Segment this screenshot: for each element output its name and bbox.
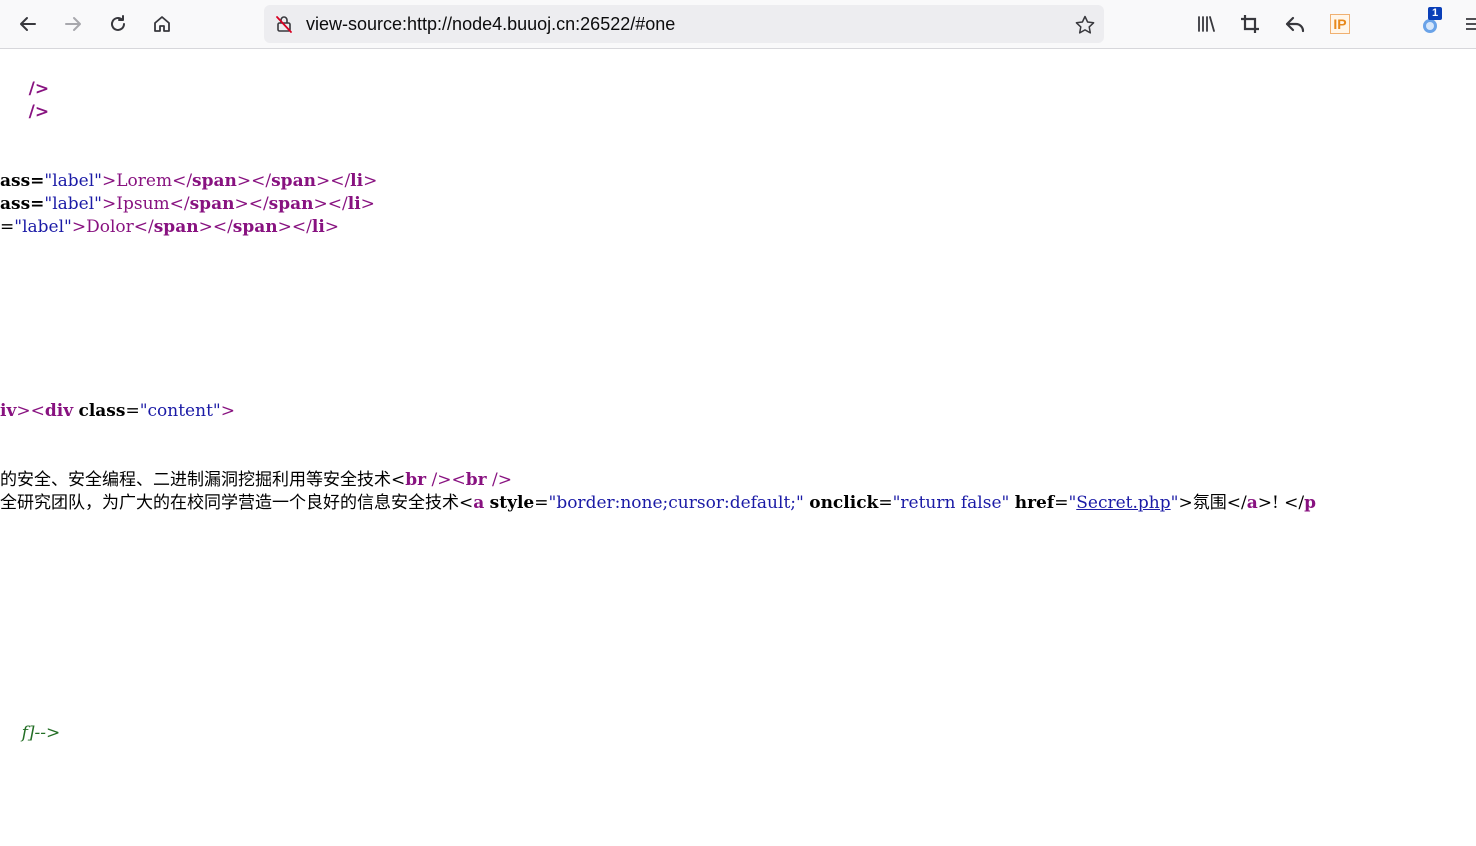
html-comment: f]--> xyxy=(21,723,61,743)
tag-name: span xyxy=(192,171,237,191)
tag-name: span xyxy=(189,194,235,214)
home-button[interactable] xyxy=(146,8,178,40)
tag-punct: > xyxy=(324,217,340,237)
library-icon xyxy=(1198,16,1215,32)
text-fragment: >氛围</ xyxy=(1178,493,1247,513)
forward-arrow-icon xyxy=(65,17,81,31)
source-line-cn2: 全研究团队，为广大的在校同学营造一个良好的信息安全技术<a style="bor… xyxy=(0,493,1317,513)
bookmark-star-icon[interactable] xyxy=(1074,14,1096,36)
forward-button[interactable] xyxy=(57,8,89,40)
attr-fragment: ass= xyxy=(0,194,45,214)
attr-name: style xyxy=(489,493,535,513)
browser-toolbar: view-source:http://node4.buuoj.cn:26522/… xyxy=(0,0,1476,49)
attr-fragment: ass= xyxy=(0,171,45,191)
tag-punct: /> xyxy=(486,470,512,490)
tag-punct: ></ xyxy=(315,171,351,191)
tag-punct: ></ xyxy=(277,217,312,237)
tag-punct: ></ xyxy=(234,194,269,214)
tag-name: p xyxy=(1304,493,1317,513)
source-line-div: iv><div class="content"> xyxy=(0,400,235,423)
attr-value: "label" xyxy=(44,171,102,191)
text-fragment: >Ipsum</ xyxy=(102,194,190,214)
reload-icon xyxy=(111,15,125,31)
tag-name: span xyxy=(232,217,278,237)
tag-name: div xyxy=(44,401,74,421)
tag-name: iv xyxy=(0,401,17,421)
tag-name: br xyxy=(465,470,487,490)
tag-punct: ></ xyxy=(198,217,233,237)
attr-name: href xyxy=(1014,493,1055,513)
tag-name: li xyxy=(347,194,361,214)
attr-fragment: = xyxy=(0,217,15,237)
source-line: /> xyxy=(7,55,49,99)
tag-name: a xyxy=(1246,493,1258,513)
tag-punct: />< xyxy=(426,470,466,490)
page-source-view: /> /> ass="label">Lorem</span></span></l… xyxy=(0,50,1476,846)
equals: = xyxy=(125,401,140,421)
text-fragment: >Dolor</ xyxy=(71,217,154,237)
text-fragment: 全研究团队，为广大的在校同学营造一个良好的信息安全技术< xyxy=(0,493,474,513)
text-fragment: >! </ xyxy=(1257,493,1305,513)
hamburger-menu-icon xyxy=(1466,18,1476,30)
attr-name: onclick xyxy=(809,493,879,513)
screenshot-button[interactable] xyxy=(1238,12,1262,36)
tag-punct: >< xyxy=(16,401,45,421)
extension-count-badge: 1 xyxy=(1428,7,1443,20)
attr-value: "content" xyxy=(139,401,221,421)
tag-punct: > xyxy=(360,194,375,214)
source-line-comment: f]--> xyxy=(0,699,61,743)
ip-label: IP xyxy=(1330,14,1350,34)
attr-name: class xyxy=(78,401,126,421)
source-line-lorem: ass="label">Lorem</span></span></li> xyxy=(0,170,377,193)
reload-button[interactable] xyxy=(102,8,134,40)
tag-name: span xyxy=(268,194,314,214)
address-bar[interactable]: view-source:http://node4.buuoj.cn:26522/… xyxy=(264,5,1104,43)
attr-value: "return false" xyxy=(892,493,1010,513)
source-line-dolor: ="label">Dolor</span></span></li> xyxy=(0,216,339,239)
undo-close-tab-button[interactable] xyxy=(1283,12,1307,36)
tag-name: span xyxy=(153,217,199,237)
tag-punct: ></ xyxy=(313,194,348,214)
attr-value: "label" xyxy=(14,217,72,237)
tag-punct: ></ xyxy=(236,171,272,191)
text-fragment: 的安全、安全编程、二进制漏洞挖掘利用等安全技术< xyxy=(0,470,406,490)
home-icon xyxy=(154,16,170,32)
attr-value: "border:none;cursor:default;" xyxy=(548,493,804,513)
source-line: /> xyxy=(7,78,49,122)
crop-icon xyxy=(1241,15,1259,33)
reply-arrow-icon xyxy=(1285,16,1305,33)
tag-name: li xyxy=(311,217,325,237)
secret-php-link[interactable]: Secret.php xyxy=(1076,493,1170,513)
tag-name: span xyxy=(271,171,316,191)
text-fragment: >Lorem</ xyxy=(102,171,193,191)
library-button[interactable] xyxy=(1194,12,1218,36)
tag-punct: > xyxy=(363,171,378,191)
ip-extension-button[interactable]: IP xyxy=(1328,12,1352,36)
back-button[interactable] xyxy=(12,8,44,40)
insecure-connection-icon[interactable] xyxy=(274,14,294,34)
source-line-ipsum: ass="label">Ipsum</span></span></li> xyxy=(0,193,375,216)
attr-value: "label" xyxy=(44,194,102,214)
tag-close: /> xyxy=(28,102,50,122)
tag-name: li xyxy=(350,171,364,191)
source-line-cn1: 的安全、安全编程、二进制漏洞挖掘利用等安全技术<br /><br /> xyxy=(0,469,512,492)
tag-name: a xyxy=(473,493,485,513)
tag-punct: > xyxy=(220,401,235,421)
back-arrow-icon xyxy=(20,17,36,31)
url-text[interactable]: view-source:http://node4.buuoj.cn:26522/… xyxy=(306,5,675,43)
menu-button[interactable] xyxy=(1462,12,1476,36)
tag-name: br xyxy=(405,470,427,490)
